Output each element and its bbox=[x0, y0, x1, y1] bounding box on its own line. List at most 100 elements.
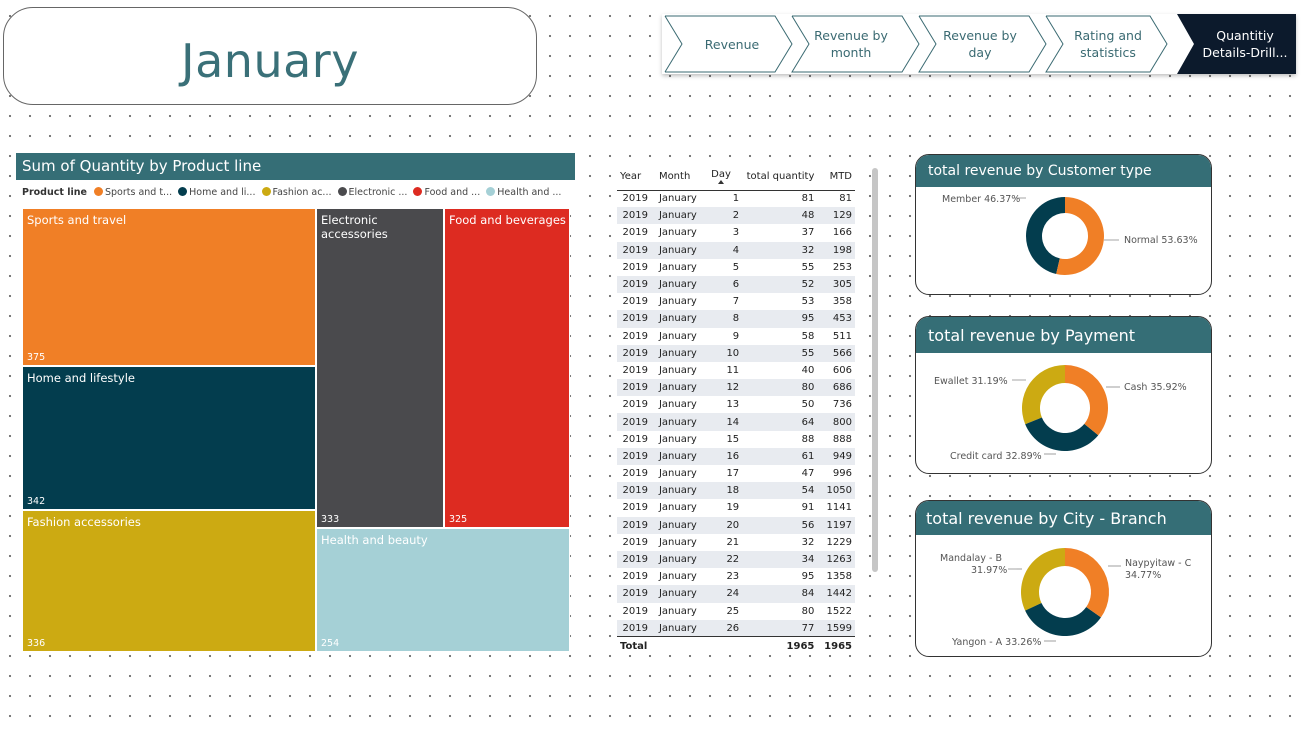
table-row[interactable]: 2019 January 3 37 166 bbox=[617, 224, 855, 241]
donut-slice[interactable] bbox=[1021, 548, 1065, 611]
table-row[interactable]: 2019 January 14 64 800 bbox=[617, 413, 855, 431]
payment-donut[interactable]: Ewallet 31.19% Cash 35.92% Credit card 3… bbox=[916, 353, 1212, 474]
cell-year: 2019 bbox=[622, 330, 648, 342]
col-header-year[interactable]: Year bbox=[617, 163, 651, 191]
cell-year: 2019 bbox=[622, 502, 648, 514]
nav-button-quantity-details[interactable]: Quantitiy Details-Drill... bbox=[1198, 14, 1292, 74]
tile-value: 254 bbox=[321, 638, 340, 649]
cell-month: January bbox=[658, 261, 697, 273]
treemap-tile-health-and-beauty[interactable]: Health and beauty 254 bbox=[316, 528, 570, 652]
donut-slice[interactable] bbox=[1065, 365, 1108, 436]
table-row[interactable]: 2019 January 23 95 1358 bbox=[617, 568, 855, 585]
cell-month: January bbox=[658, 364, 697, 376]
cell-quantity: 56 bbox=[742, 516, 818, 534]
cell-day: 7 bbox=[732, 296, 740, 308]
cell-day: 2 bbox=[699, 207, 743, 225]
table-row[interactable]: 2019 January 1 81 81 bbox=[617, 190, 855, 207]
col-header-mtd[interactable]: MTD bbox=[817, 163, 855, 191]
donut-slice[interactable] bbox=[1022, 365, 1065, 425]
table-row[interactable]: 2019 January 20 56 1197 bbox=[617, 516, 855, 534]
cell-month: January bbox=[658, 502, 697, 514]
cell-day: 11 bbox=[726, 364, 740, 376]
total-quantity: 1965 bbox=[742, 636, 818, 655]
cell-month: January bbox=[658, 536, 697, 548]
table-row[interactable]: 2019 January 4 32 198 bbox=[617, 241, 855, 259]
table-row[interactable]: 2019 January 26 77 1599 bbox=[617, 619, 855, 637]
treemap-tile-home-and-lifestyle[interactable]: Home and lifestyle 342 bbox=[22, 366, 316, 510]
legend-item[interactable]: Health and ... bbox=[486, 187, 561, 198]
donut-label: Member 46.37% bbox=[942, 194, 1020, 205]
table-row[interactable]: 2019 January 19 91 1141 bbox=[617, 499, 855, 516]
cell-month: January bbox=[650, 275, 700, 294]
table-row[interactable]: 2019 January 6 52 305 bbox=[617, 275, 855, 294]
table-row[interactable]: 2019 January 18 54 1050 bbox=[617, 482, 855, 500]
legend-item[interactable]: Food and ... bbox=[413, 187, 480, 198]
cell-quantity: 58 bbox=[801, 330, 815, 342]
cell-year: 2019 bbox=[622, 227, 648, 239]
cell-month: January bbox=[650, 447, 700, 465]
legend-item[interactable]: Sports and t... bbox=[93, 187, 172, 198]
cell-month: January bbox=[650, 585, 700, 603]
city-branch-card: total revenue by City - Branch Mandalay … bbox=[915, 500, 1212, 657]
table-row[interactable]: 2019 January 22 34 1263 bbox=[617, 550, 855, 569]
cell-year: 2019 bbox=[622, 399, 648, 411]
table-row[interactable]: 2019 January 13 50 736 bbox=[617, 396, 855, 413]
cell-day: 19 bbox=[726, 502, 740, 514]
col-header-day[interactable]: Day bbox=[699, 163, 743, 191]
table-row[interactable]: 2019 January 9 58 511 bbox=[617, 328, 855, 345]
table-row[interactable]: 2019 January 16 61 949 bbox=[617, 447, 855, 465]
table-row[interactable]: 2019 January 15 88 888 bbox=[617, 431, 855, 448]
table-row[interactable]: 2019 January 21 32 1229 bbox=[617, 534, 855, 551]
customer-type-donut[interactable]: Member 46.37% Normal 53.63% bbox=[916, 187, 1212, 295]
nav-button-revenue-by-day[interactable]: Revenue by day bbox=[938, 14, 1022, 74]
tile-label: Fashion accessories bbox=[27, 515, 141, 529]
cell-quantity: 64 bbox=[742, 413, 818, 431]
cell-mtd: 888 bbox=[832, 433, 852, 445]
table-row[interactable]: 2019 January 8 95 453 bbox=[617, 310, 855, 328]
city-branch-donut[interactable]: Mandalay - B 31.97% Naypyitaw - C 34.77%… bbox=[916, 535, 1212, 657]
table-row[interactable]: 2019 January 17 47 996 bbox=[617, 465, 855, 482]
cell-day: 3 bbox=[732, 227, 740, 239]
cell-day: 22 bbox=[699, 550, 743, 569]
cell-quantity: 88 bbox=[801, 433, 815, 445]
cell-mtd: 1050 bbox=[817, 482, 855, 500]
legend-item[interactable]: Fashion ac... bbox=[261, 187, 332, 198]
legend-item[interactable]: Electronic ... bbox=[337, 187, 407, 198]
table-row[interactable]: 2019 January 5 55 253 bbox=[617, 259, 855, 276]
col-header-total-quantity[interactable]: total quantity bbox=[742, 163, 818, 191]
donut-slice[interactable] bbox=[1065, 548, 1109, 618]
total-empty bbox=[699, 636, 743, 655]
nav-button-rating-and-statistics[interactable]: Rating and statistics bbox=[1068, 14, 1148, 74]
tile-label: Home and lifestyle bbox=[27, 371, 135, 385]
table-row[interactable]: 2019 January 7 53 358 bbox=[617, 293, 855, 310]
table-row[interactable]: 2019 January 10 55 566 bbox=[617, 344, 855, 362]
col-header-month[interactable]: Month bbox=[650, 163, 700, 191]
nav-button-revenue[interactable]: Revenue bbox=[682, 14, 782, 74]
legend-dot-icon bbox=[413, 187, 423, 196]
nav-button-revenue-by-month[interactable]: Revenue by month bbox=[807, 14, 895, 74]
page-navigator: Revenue Revenue by month Revenue by day … bbox=[662, 14, 1296, 74]
treemap-tile-fashion-accessories[interactable]: Fashion accessories 336 bbox=[22, 510, 316, 652]
cell-quantity: 53 bbox=[801, 296, 815, 308]
table-row[interactable]: 2019 January 11 40 606 bbox=[617, 362, 855, 379]
legend-label: Fashion ac... bbox=[272, 187, 332, 198]
table-scrollbar[interactable] bbox=[872, 168, 878, 572]
cell-mtd: 1442 bbox=[817, 585, 855, 603]
donut-label: 31.97% bbox=[971, 565, 1007, 576]
cell-month: January bbox=[658, 193, 697, 205]
tile-label: Electronic accessories bbox=[321, 213, 388, 241]
legend-title: Product line bbox=[22, 187, 87, 198]
table-row[interactable]: 2019 January 2 48 129 bbox=[617, 207, 855, 225]
table-row[interactable]: 2019 January 12 80 686 bbox=[617, 379, 855, 397]
donut-label: Naypyitaw - C bbox=[1125, 558, 1192, 569]
legend-label: Food and ... bbox=[424, 187, 481, 198]
table-row[interactable]: 2019 January 25 80 1522 bbox=[617, 603, 855, 620]
cell-quantity: 47 bbox=[801, 468, 815, 480]
treemap-tile-food-and-beverages[interactable]: Food and beverages 325 bbox=[444, 208, 570, 528]
cell-mtd: 305 bbox=[817, 275, 855, 294]
table-row[interactable]: 2019 January 24 84 1442 bbox=[617, 585, 855, 603]
treemap-tile-electronic-accessories[interactable]: Electronic accessories 333 bbox=[316, 208, 444, 528]
treemap-tile-sports-and-travel[interactable]: Sports and travel 375 bbox=[22, 208, 316, 366]
legend-item[interactable]: Home and li... bbox=[178, 187, 255, 198]
cell-quantity: 77 bbox=[742, 619, 818, 637]
